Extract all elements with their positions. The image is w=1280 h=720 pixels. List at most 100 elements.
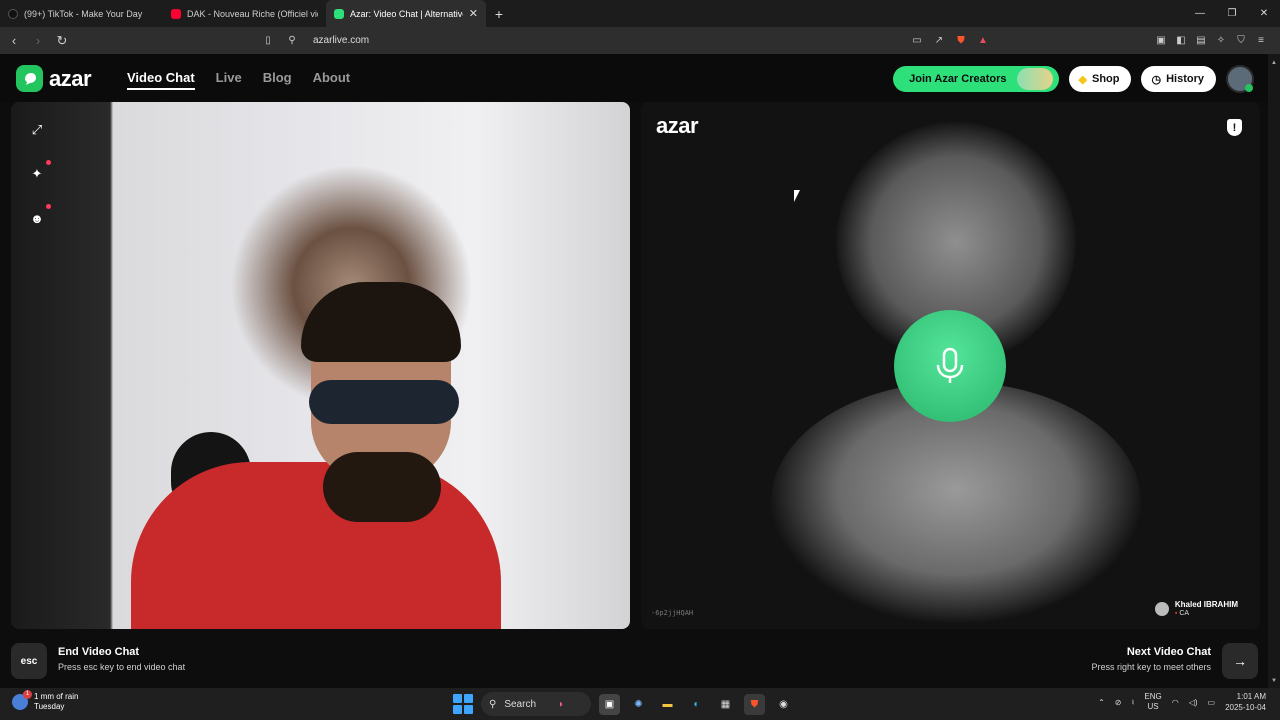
user-avatar[interactable] — [1226, 65, 1254, 93]
restore-icon[interactable]: ❐ — [1216, 0, 1248, 27]
azar-favicon-icon — [334, 8, 344, 19]
cast-icon[interactable]: ▭ — [910, 33, 924, 47]
shop-button[interactable]: ◆ Shop — [1068, 66, 1132, 92]
weather-widget[interactable]: 1 1 mm of rain Tuesday — [12, 690, 79, 712]
header-actions: Join Azar Creators ◆ Shop ◷ History — [893, 65, 1254, 93]
leo-ai-icon[interactable]: ✧ — [1214, 34, 1228, 48]
brave-rewards-icon[interactable]: ▲ — [976, 33, 990, 47]
search-highlight-icon: ◗ — [558, 698, 565, 710]
next-chat-title: Next Video Chat — [1126, 646, 1211, 658]
expand-icon[interactable]: ⤢ — [29, 122, 45, 138]
session-id: -6p2jjHQAH — [651, 609, 694, 617]
minimize-icon[interactable]: — — [1184, 0, 1216, 27]
weather-condition: 1 mm of rain — [34, 692, 79, 701]
canada-flag-icon: ▪ — [1174, 610, 1178, 617]
page-scrollbar[interactable]: ▲ ▼ — [1268, 54, 1280, 688]
sidebar-icon[interactable]: ◧ — [1174, 34, 1188, 48]
nav-live[interactable]: Live — [216, 70, 242, 90]
online-indicator — [1245, 84, 1253, 92]
peer-avatar — [1154, 601, 1169, 616]
window-controls: — ❐ ✕ — [1184, 0, 1280, 27]
mic-tray-icon[interactable]: ♮ — [1132, 698, 1135, 707]
file-explorer-icon[interactable]: ▬ — [657, 694, 678, 715]
end-chat-title: End Video Chat — [58, 646, 140, 658]
volume-icon[interactable]: ◁) — [1189, 698, 1198, 707]
weather-badge: 1 — [23, 690, 32, 699]
forward-icon[interactable]: › — [28, 33, 48, 48]
scroll-down-icon[interactable]: ▼ — [1270, 678, 1278, 684]
vpn-icon[interactable]: ⛉ — [1234, 34, 1248, 48]
url-text: azarlive.com — [313, 35, 370, 46]
tabs-icon[interactable]: ▤ — [1194, 34, 1208, 48]
task-view-icon[interactable]: ▣ — [599, 693, 620, 715]
tab-title: DAK - Nouveau Riche (Officiel vidéo — [187, 8, 318, 19]
history-label: History — [1166, 73, 1204, 85]
clock-icon: ◷ — [1151, 73, 1162, 86]
end-chat-button[interactable]: esc — [11, 643, 47, 679]
join-creators-button[interactable]: Join Azar Creators — [893, 66, 1059, 92]
peer-country: ▪ CA — [1174, 610, 1190, 617]
address-bar[interactable]: ▯ ⚲ azarlive.com — [253, 30, 998, 51]
site-header: azar Video Chat Live Blog About Join Aza… — [0, 54, 1268, 102]
wallet-icon[interactable]: ▣ — [1154, 34, 1168, 48]
bookmark-icon[interactable]: ▯ — [261, 34, 275, 48]
peer-info[interactable]: Khaled IBRAHIM ▪ CA — [1154, 600, 1238, 617]
brave-browser-icon[interactable]: ⛊ — [744, 693, 765, 715]
brave-shield-icon[interactable]: ⛊ — [954, 33, 968, 47]
browser-tab-azar[interactable]: Azar: Video Chat | Alternative ✕ — [326, 0, 486, 27]
back-icon[interactable]: ‹ — [4, 33, 24, 48]
reload-icon[interactable]: ↻ — [52, 33, 72, 49]
share-icon[interactable]: ↗ — [932, 33, 946, 47]
tab-title: (99+) TikTok - Make Your Day — [24, 8, 143, 19]
browser-menu-icons: ▣ ◧ ▤ ✧ ⛉ ≡ — [1154, 27, 1268, 54]
close-tab-icon[interactable]: ✕ — [469, 7, 478, 20]
nav-about[interactable]: About — [313, 70, 351, 90]
clock-time: 1:01 AM — [1236, 692, 1266, 701]
site-info-icon[interactable]: ⚲ — [285, 34, 299, 48]
windows-taskbar: 1 1 mm of rain Tuesday ⚲ Search ◗ ▣ ✺ ▬ … — [0, 688, 1280, 720]
edge-icon[interactable]: ◐ — [686, 694, 707, 715]
browser-toolbar: ‹ › ↻ ▯ ⚲ azarlive.com ▭ ↗ ⛊ ▲ ▣ ◧ ▤ ✧ ⛉… — [0, 27, 1280, 54]
browser-tab-strip: (99+) TikTok - Make Your Day DAK - Nouve… — [0, 0, 1280, 27]
local-video-panel: ⤢ ✦ ☻ — [11, 102, 630, 629]
nav-blog[interactable]: Blog — [263, 70, 292, 90]
menu-icon[interactable]: ≡ — [1254, 34, 1268, 48]
taskbar-search[interactable]: ⚲ Search ◗ — [481, 692, 591, 716]
close-window-icon[interactable]: ✕ — [1248, 0, 1280, 27]
clock-date: 2025-10-04 — [1225, 703, 1266, 712]
chat-controls-bar: esc End Video Chat Press esc key to end … — [0, 633, 1268, 688]
weather-day: Tuesday — [34, 702, 65, 711]
history-button[interactable]: ◷ History — [1141, 66, 1216, 92]
copilot-icon[interactable]: ✺ — [628, 694, 649, 715]
store-icon[interactable]: ▦ — [715, 694, 736, 715]
creators-decoration-icon — [1016, 68, 1053, 90]
face-filter-icon[interactable]: ☻ — [29, 204, 51, 226]
wifi-icon[interactable]: ◠ — [1172, 698, 1179, 707]
main-nav: Video Chat Live Blog About — [127, 70, 350, 90]
battery-icon[interactable]: ▭ — [1208, 698, 1216, 707]
video-tools: ⤢ ✦ ☻ — [29, 122, 51, 226]
windows-start-icon[interactable] — [453, 694, 473, 714]
network-off-icon[interactable]: ⊘ — [1115, 698, 1122, 707]
report-shield-icon[interactable]: ! — [1227, 119, 1242, 136]
next-chat-button[interactable]: → — [1222, 643, 1258, 679]
browser-tab-tiktok[interactable]: (99+) TikTok - Make Your Day — [0, 0, 163, 27]
tray-overflow-icon[interactable]: ⌃ — [1098, 698, 1105, 707]
remote-video-panel: azar ! -6p2jjHQAH Khaled IBRAHIM ▪ CA — [641, 102, 1260, 629]
effects-sparkle-icon[interactable]: ✦ — [29, 160, 51, 182]
language-indicator[interactable]: ENG US — [1144, 692, 1161, 712]
nav-video-chat[interactable]: Video Chat — [127, 70, 195, 90]
diamond-icon: ◆ — [1078, 73, 1087, 86]
azar-logo-icon — [16, 65, 43, 92]
azar-logo[interactable]: azar — [16, 65, 92, 92]
clock[interactable]: 1:01 AM 2025-10-04 — [1225, 691, 1266, 713]
microphone-icon — [936, 347, 964, 383]
scroll-up-icon[interactable]: ▲ — [1270, 60, 1278, 66]
tab-title: Azar: Video Chat | Alternative — [350, 8, 463, 19]
browser-tab-youtube[interactable]: DAK - Nouveau Riche (Officiel vidéo — [163, 0, 326, 27]
weather-rain-icon: 1 — [12, 690, 32, 710]
search-label: Search — [504, 698, 537, 710]
new-tab-button[interactable]: + — [486, 6, 512, 22]
voice-only-indicator — [894, 310, 1006, 422]
obs-app-icon[interactable]: ◉ — [773, 694, 794, 715]
